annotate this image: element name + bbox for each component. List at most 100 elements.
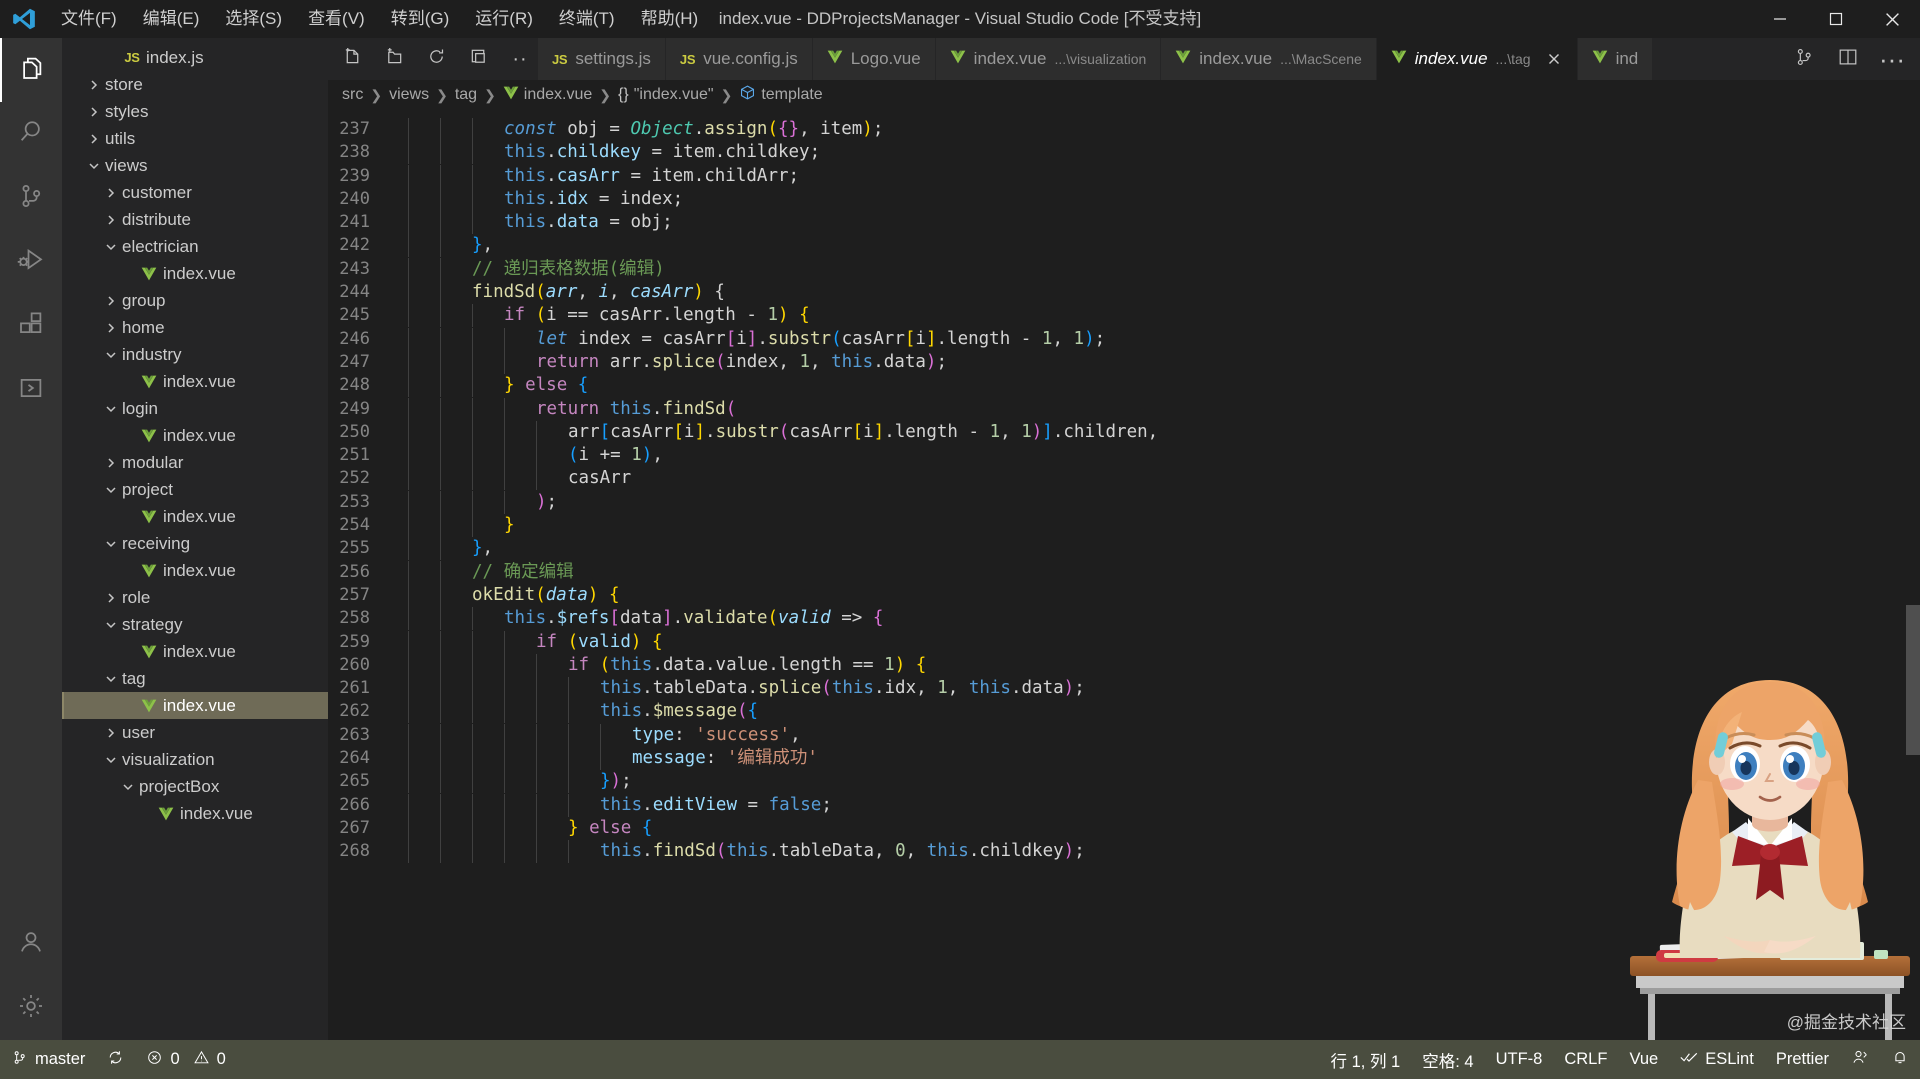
code-line[interactable]: this.childkey = item.childkey;: [408, 141, 1920, 165]
code-line[interactable]: this.$refs[data].validate(valid => {: [408, 607, 1920, 631]
source-control-split-button[interactable]: [1792, 47, 1816, 71]
tree-item-project[interactable]: project: [62, 476, 328, 503]
code-line[interactable]: } else {: [408, 816, 1920, 840]
folding-column[interactable]: [392, 110, 408, 1040]
collapse-all-button[interactable]: [466, 47, 490, 71]
more-editor-actions-button[interactable]: ···: [1879, 46, 1905, 72]
chevron-down-icon[interactable]: [102, 538, 120, 550]
code-line[interactable]: );: [408, 490, 1920, 514]
code-line[interactable]: (i += 1),: [408, 444, 1920, 468]
code-line[interactable]: type: 'success',: [408, 723, 1920, 747]
chevron-right-icon[interactable]: [85, 106, 103, 118]
tree-item-index-vue[interactable]: index.vue: [62, 638, 328, 665]
code-line[interactable]: arr[casArr[i].substr(casArr[i].length - …: [408, 420, 1920, 444]
new-file-button[interactable]: [340, 47, 364, 71]
tree-item-index-vue[interactable]: index.vue: [62, 422, 328, 449]
tree-item-utils[interactable]: utils: [62, 125, 328, 152]
chevron-right-icon[interactable]: [102, 295, 120, 307]
tree-item-user[interactable]: user: [62, 719, 328, 746]
refresh-button[interactable]: [424, 47, 448, 71]
editor-tab-0[interactable]: JS settings.js: [538, 38, 666, 80]
code-line[interactable]: message: '编辑成功': [408, 747, 1920, 771]
tree-item-customer[interactable]: customer: [62, 179, 328, 206]
chevron-right-icon[interactable]: [102, 457, 120, 469]
activity-item-run-and-debug[interactable]: [0, 230, 62, 294]
code-line[interactable]: },: [408, 234, 1920, 258]
file-tree[interactable]: JS index.js store styles utils views customer d…: [62, 44, 328, 827]
code-editor[interactable]: 237 238 239 240 241 242 243 244 245 246 247 248 249 2…: [328, 110, 1920, 1040]
chevron-down-icon[interactable]: [102, 349, 120, 361]
editor-tab-6[interactable]: ind: [1577, 38, 1654, 80]
chevron-down-icon[interactable]: [102, 754, 120, 766]
code-line[interactable]: return this.findSd(: [408, 397, 1920, 421]
tree-item-electrician[interactable]: electrician: [62, 233, 328, 260]
status-branch[interactable]: master: [0, 1040, 96, 1079]
tree-item-modular[interactable]: modular: [62, 449, 328, 476]
editor-vertical-scrollbar[interactable]: [1906, 110, 1920, 1040]
breadcrumb-item-3[interactable]: index.vue: [503, 86, 592, 105]
activity-item-accounts[interactable]: [0, 912, 62, 976]
breadcrumb-item-5[interactable]: template: [739, 84, 823, 106]
activity-item-settings[interactable]: [0, 976, 62, 1040]
chevron-right-icon[interactable]: [102, 727, 120, 739]
status-eslint[interactable]: ESLint: [1669, 1040, 1765, 1079]
tree-item-index-vue[interactable]: index.vue: [62, 368, 328, 395]
editor-tab-2[interactable]: Logo.vue: [812, 38, 936, 80]
code-line[interactable]: // 确定编辑: [408, 560, 1920, 584]
chevron-right-icon[interactable]: [102, 592, 120, 604]
editor-tab-1[interactable]: JS vue.config.js: [665, 38, 813, 80]
code-line[interactable]: this.casArr = item.childArr;: [408, 164, 1920, 188]
code-line[interactable]: casArr: [408, 467, 1920, 491]
tree-item-index-js[interactable]: JS index.js: [62, 44, 328, 71]
status-sync[interactable]: [96, 1040, 135, 1079]
menu-file[interactable]: 文件(F): [48, 0, 130, 38]
chevron-down-icon[interactable]: [102, 241, 120, 253]
code-line[interactable]: // 递归表格数据(编辑): [408, 257, 1920, 281]
chevron-down-icon[interactable]: [119, 781, 137, 793]
tree-item-receiving[interactable]: receiving: [62, 530, 328, 557]
tree-item-projectBox[interactable]: projectBox: [62, 773, 328, 800]
tree-item-login[interactable]: login: [62, 395, 328, 422]
menu-help[interactable]: 帮助(H): [628, 0, 712, 38]
tree-item-visualization[interactable]: visualization: [62, 746, 328, 773]
activity-item-remote-explorer[interactable]: [0, 358, 62, 422]
tree-item-tag[interactable]: tag: [62, 665, 328, 692]
scrollbar-thumb[interactable]: [1906, 605, 1920, 755]
activity-item-explorer[interactable]: [0, 38, 62, 102]
tree-item-index-vue[interactable]: index.vue: [62, 692, 328, 719]
new-folder-button[interactable]: [382, 47, 406, 71]
tree-item-index-vue[interactable]: index.vue: [62, 260, 328, 287]
chevron-right-icon[interactable]: [102, 187, 120, 199]
chevron-down-icon[interactable]: [102, 403, 120, 415]
code-line[interactable]: this.tableData.splice(this.idx, 1, this.…: [408, 677, 1920, 701]
tree-item-strategy[interactable]: strategy: [62, 611, 328, 638]
code-line[interactable]: findSd(arr, i, casArr) {: [408, 281, 1920, 305]
code-line[interactable]: this.editView = false;: [408, 793, 1920, 817]
split-editor-button[interactable]: [1836, 47, 1860, 71]
maximize-button[interactable]: [1808, 0, 1864, 38]
menu-bar[interactable]: 文件(F) 编辑(E) 选择(S) 查看(V) 转到(G) 运行(R) 终端(T…: [48, 0, 711, 38]
code-line[interactable]: this.data = obj;: [408, 211, 1920, 235]
code-line[interactable]: this.idx = index;: [408, 187, 1920, 211]
chevron-right-icon[interactable]: [85, 133, 103, 145]
code-line[interactable]: });: [408, 770, 1920, 794]
chevron-right-icon[interactable]: [102, 322, 120, 334]
status-eol[interactable]: CRLF: [1553, 1040, 1618, 1079]
tree-item-index-vue[interactable]: index.vue: [62, 503, 328, 530]
tree-item-industry[interactable]: industry: [62, 341, 328, 368]
status-prettier[interactable]: Prettier: [1765, 1040, 1840, 1079]
breadcrumb-item-4[interactable]: {} "index.vue": [618, 86, 714, 104]
code-line[interactable]: return arr.splice(index, 1, this.data);: [408, 350, 1920, 374]
code-line[interactable]: } else {: [408, 374, 1920, 398]
status-notifications[interactable]: [1880, 1040, 1920, 1079]
tree-item-store[interactable]: store: [62, 71, 328, 98]
menu-go[interactable]: 转到(G): [378, 0, 463, 38]
activity-item-extensions[interactable]: [0, 294, 62, 358]
status-indentation[interactable]: 空格: 4: [1411, 1040, 1484, 1079]
close-button[interactable]: [1864, 0, 1920, 38]
tree-item-role[interactable]: role: [62, 584, 328, 611]
tree-item-group[interactable]: group: [62, 287, 328, 314]
editor-tab-5[interactable]: index.vue ...\tag: [1376, 38, 1578, 80]
status-encoding[interactable]: UTF-8: [1485, 1040, 1554, 1079]
menu-edit[interactable]: 编辑(E): [130, 0, 213, 38]
